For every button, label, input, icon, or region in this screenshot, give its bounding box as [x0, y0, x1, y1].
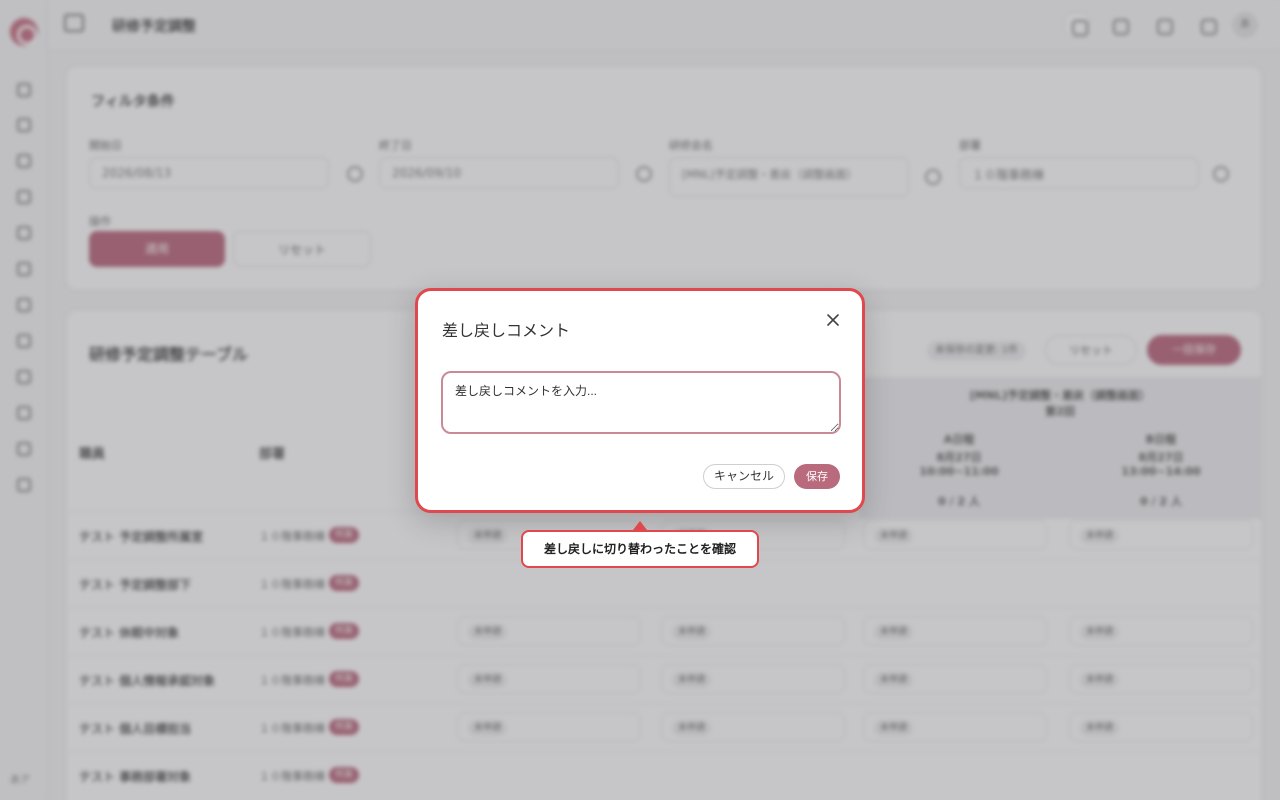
- close-icon[interactable]: [824, 311, 842, 329]
- return-comment-dialog: 差し戻しコメント キャンセル 保存: [415, 288, 865, 513]
- annotation-callout: 差し戻しに切り替わったことを確認: [521, 530, 759, 568]
- dialog-title: 差し戻しコメント: [442, 321, 571, 340]
- callout-pointer: [633, 521, 647, 530]
- save-button[interactable]: 保存: [794, 464, 840, 489]
- cancel-button[interactable]: キャンセル: [703, 464, 785, 489]
- return-comment-input[interactable]: [441, 371, 841, 434]
